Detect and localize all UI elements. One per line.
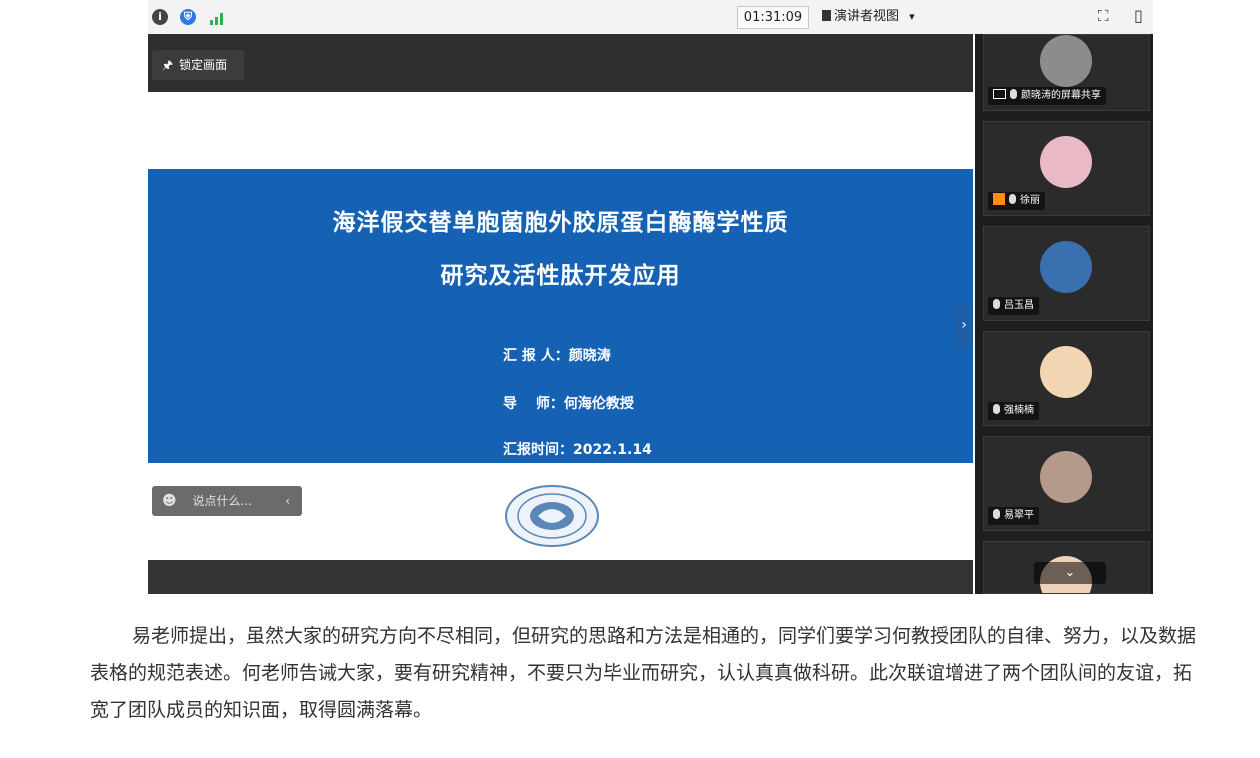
- university-seal-logo: [504, 484, 600, 548]
- mic-muted-icon: [993, 299, 1000, 309]
- chat-placeholder: 说点什么...: [192, 494, 252, 508]
- chevron-down-icon: ▾: [909, 10, 915, 23]
- chat-collapse-icon[interactable]: ‹: [285, 486, 290, 516]
- participant-tile[interactable]: 易翠平: [983, 436, 1150, 531]
- mic-icon: [1010, 89, 1017, 99]
- slide-title-line-2: 研究及活性肽开发应用: [440, 263, 681, 289]
- slide-title-line-1: 海洋假交替单胞菌胞外胶原蛋白酶酶学性质: [332, 210, 789, 236]
- participant-name: 吕玉昌: [1004, 300, 1034, 311]
- participant-label: 易翠平: [988, 507, 1039, 525]
- avatar: [1040, 451, 1092, 503]
- participant-name: 强楠楠: [1004, 405, 1034, 416]
- participant-name: 颜晓涛的屏幕共享: [1021, 90, 1101, 101]
- meeting-timer: 01:31:09: [737, 6, 809, 29]
- slide-footer-bar: [148, 560, 973, 594]
- shield-icon[interactable]: ⛨: [180, 9, 196, 25]
- show-more-participants-button[interactable]: ⌄: [1034, 562, 1106, 584]
- signal-icon[interactable]: [210, 11, 228, 25]
- slide-report-time: 汇报时间：2022.1.14: [503, 442, 652, 458]
- participant-tile[interactable]: 徐丽: [983, 121, 1150, 216]
- presenter-view-icon: [822, 10, 831, 21]
- participant-name: 易翠平: [1004, 510, 1034, 521]
- sidebar-toggle-button[interactable]: ›: [955, 304, 973, 346]
- participant-label: 徐丽: [988, 192, 1045, 210]
- participant-tile[interactable]: 颜晓涛的屏幕共享: [983, 34, 1150, 111]
- participant-tile[interactable]: 强楠楠: [983, 331, 1150, 426]
- presenter-view-button[interactable]: 演讲者视图 ▾: [822, 6, 940, 27]
- slide-top-band: [148, 92, 973, 169]
- presenter-view-label: 演讲者视图: [834, 9, 900, 24]
- info-icon[interactable]: i: [152, 9, 168, 25]
- slide-advisor: 导 师：何海伦教授: [503, 396, 634, 412]
- article-paragraph: 易老师提出，虽然大家的研究方向不尽相同，但研究的思路和方法是相通的，同学们要学习…: [90, 625, 1197, 721]
- participant-label: 强楠楠: [988, 402, 1039, 420]
- avatar: [1040, 136, 1092, 188]
- pin-icon: 🖈: [162, 58, 174, 72]
- mic-muted-icon: [993, 404, 1000, 414]
- slide-reporter: 汇 报 人：颜晓涛: [503, 348, 611, 364]
- avatar: [1040, 346, 1092, 398]
- mic-muted-icon: [1009, 194, 1016, 204]
- participant-tile[interactable]: 吕玉昌: [983, 226, 1150, 321]
- lock-view-button[interactable]: 🖈 锁定画面: [152, 50, 244, 80]
- meeting-toolbar: [148, 0, 1153, 35]
- lock-view-label: 锁定画面: [179, 58, 228, 72]
- participant-name: 徐丽: [1020, 195, 1040, 206]
- avatar: [1040, 35, 1092, 87]
- screen-share-icon: [993, 89, 1006, 99]
- participant-label: 颜晓涛的屏幕共享: [988, 87, 1106, 105]
- layout-icon[interactable]: ▯: [1134, 6, 1143, 25]
- mic-muted-icon: [993, 509, 1000, 519]
- fullscreen-icon[interactable]: ⛶: [1098, 7, 1109, 25]
- participant-label: 吕玉昌: [988, 297, 1039, 315]
- chevron-right-icon: ›: [961, 317, 967, 333]
- participant-tile[interactable]: ⌄: [983, 541, 1150, 594]
- chat-input[interactable]: ☻ 说点什么... ‹: [152, 486, 302, 516]
- emoji-icon[interactable]: ☻: [162, 493, 177, 509]
- host-icon: [993, 193, 1005, 205]
- avatar: [1040, 241, 1092, 293]
- chevron-down-icon: ⌄: [1064, 565, 1076, 580]
